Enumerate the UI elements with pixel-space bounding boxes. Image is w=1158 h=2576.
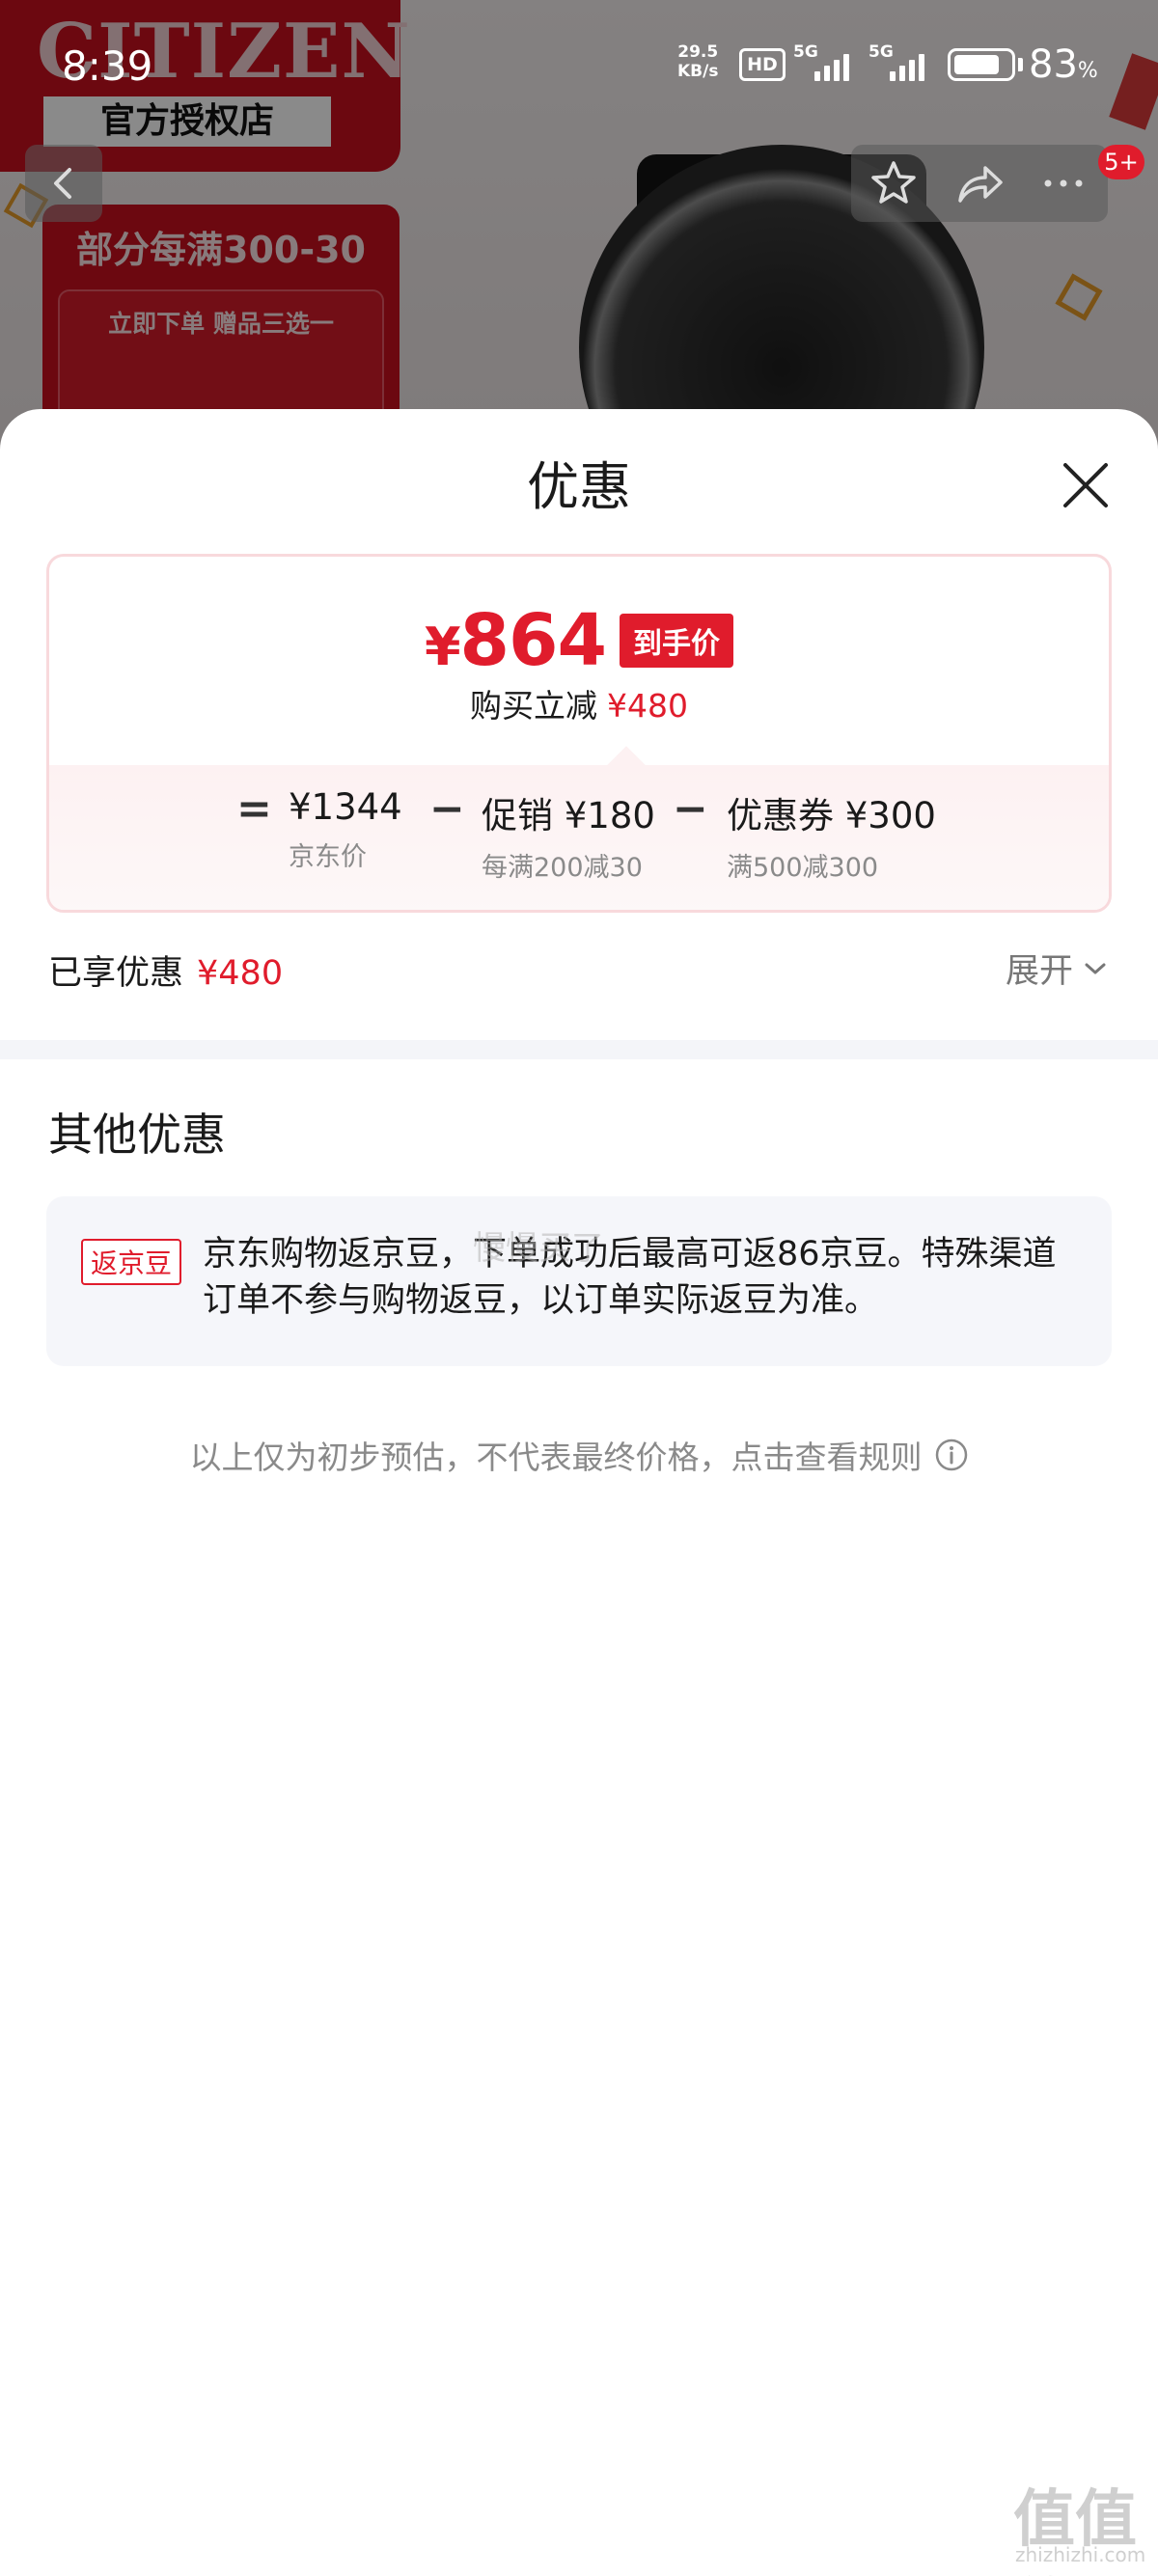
header-action-group (851, 145, 1108, 222)
sheet-title: 优惠 (527, 456, 631, 517)
discount-sheet: 优惠 ¥864 到手价 购买立减 ¥480 = ¥1344 京东价 − 促销 ¥1… (0, 409, 1158, 2576)
close-icon (1063, 463, 1108, 507)
price-rules-link[interactable]: 以上仅为初步预估，不代表最终价格，点击查看规则 (0, 1432, 1158, 1478)
back-button[interactable] (25, 145, 102, 222)
section-divider (0, 1040, 1158, 1059)
breakdown-promotion: 促销 ¥180 每满200减30 (482, 795, 655, 883)
back-icon (54, 168, 71, 199)
jd-bean-description: 京东购物返京豆，下单成功后最高可返86京豆。特殊渠道订单不参与购物返豆，以订单实… (203, 1235, 1057, 1320)
share-icon (958, 166, 1003, 203)
chevron-down-icon (1085, 963, 1106, 973)
other-discounts-title: 其他优惠 (48, 1109, 226, 1161)
signal-icon-secondary: 5G (868, 42, 936, 81)
minus-sign: − (429, 784, 465, 834)
jd-bean-tag: 返京豆 (81, 1239, 182, 1285)
favorite-button[interactable] (855, 145, 932, 222)
expand-button[interactable]: 展开 (1006, 944, 1108, 993)
info-icon (935, 1439, 967, 1471)
hd-voice-icon: HD (739, 48, 786, 81)
close-button[interactable] (1052, 452, 1119, 519)
network-speed: 29.5 KB/s (677, 42, 719, 81)
final-price-row: ¥864 到手价 (49, 599, 1109, 682)
signal-icon: 5G (793, 42, 861, 81)
final-price: ¥864 (424, 599, 607, 682)
minus-sign: − (673, 784, 708, 834)
enjoyed-discount: 已享优惠 ¥480 (48, 954, 284, 993)
breakdown-coupon: 优惠券 ¥300 满500减300 (727, 795, 936, 883)
breakdown-list-price: ¥1344 京东价 (289, 786, 402, 872)
status-time: 8:39 (62, 42, 153, 90)
star-icon (871, 161, 916, 204)
more-button[interactable] (1025, 145, 1102, 222)
price-breakdown: = ¥1344 京东价 − 促销 ¥180 每满200减30 − 优惠券 ¥30… (49, 765, 1109, 910)
cart-count-badge: 5+ (1098, 145, 1144, 179)
status-bar: 8:39 29.5 KB/s HD 5G 5G 83% (0, 0, 1158, 125)
battery-percent: 83% (1029, 42, 1098, 87)
battery-level (954, 55, 999, 74)
instant-saving: 购买立减 ¥480 (470, 687, 688, 725)
price-summary-card: ¥864 到手价 购买立减 ¥480 = ¥1344 京东价 − 促销 ¥180 … (46, 554, 1112, 913)
equals-sign: = (236, 784, 272, 834)
more-icon (1044, 179, 1083, 187)
final-price-tag: 到手价 (620, 614, 734, 668)
watermark-center: 慢慢买了 (473, 1229, 604, 1268)
watermark-corner-url: zhizhizhi.com (1015, 2543, 1146, 2566)
battery-icon (948, 48, 1015, 81)
share-button[interactable] (940, 145, 1017, 222)
